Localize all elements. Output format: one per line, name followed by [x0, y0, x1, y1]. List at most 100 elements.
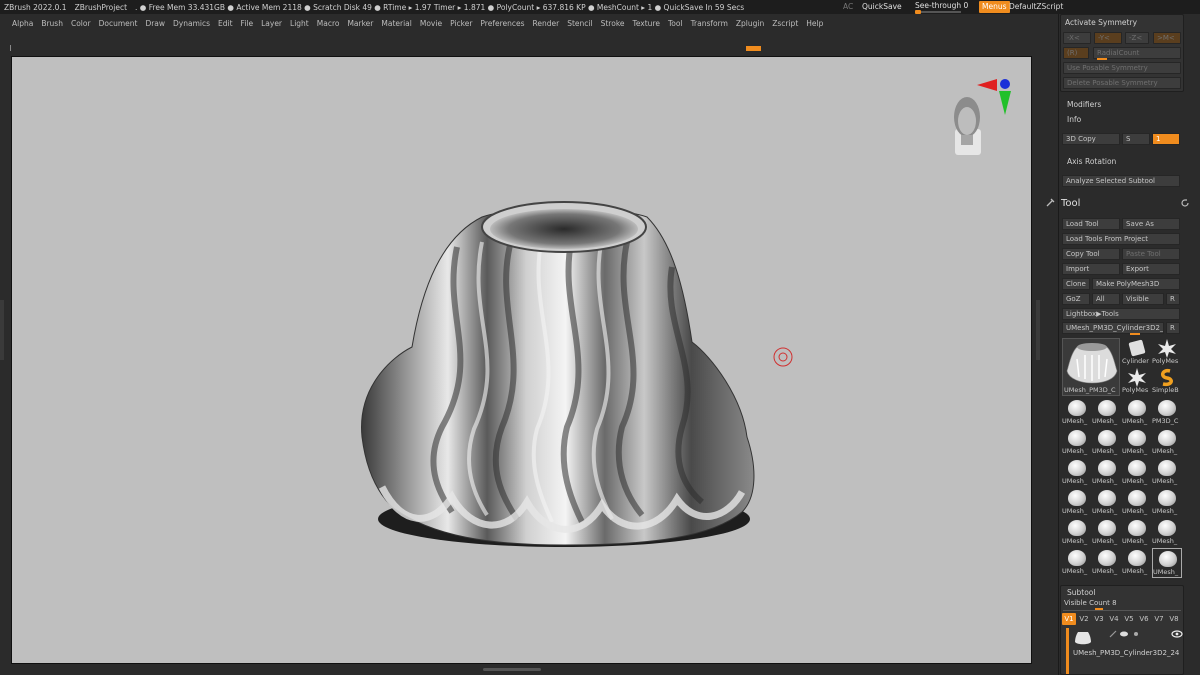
view-tab-v1[interactable]: V1 — [1062, 613, 1076, 625]
tool-grid-item[interactable]: UMesh_ — [1092, 518, 1122, 548]
goz-all-button[interactable]: All — [1092, 293, 1120, 305]
menu-texture[interactable]: Texture — [629, 19, 664, 28]
3d-copy-button[interactable]: 3D Copy — [1062, 133, 1120, 145]
view-tab-v4[interactable]: V4 — [1107, 613, 1121, 625]
left-tray-grip[interactable] — [0, 300, 4, 360]
menu-file[interactable]: File — [237, 19, 258, 28]
menu-stencil[interactable]: Stencil — [563, 19, 596, 28]
tool-grid-item[interactable]: UMesh_ — [1092, 458, 1122, 488]
subtool-header[interactable]: Subtool — [1067, 588, 1095, 597]
see-through-slider[interactable]: See-through 0 — [915, 1, 975, 14]
view-tab-v6[interactable]: V6 — [1137, 613, 1151, 625]
goz-r-button[interactable]: R — [1166, 293, 1180, 305]
tool-grid-item[interactable]: UMesh_ — [1152, 428, 1182, 458]
use-posable-symmetry-button[interactable]: Use Posable Symmetry — [1063, 62, 1181, 74]
activate-symmetry-label[interactable]: Activate Symmetry — [1065, 18, 1137, 27]
menu-macro[interactable]: Macro — [313, 19, 344, 28]
view-tab-v7[interactable]: V7 — [1152, 613, 1166, 625]
menus-button[interactable]: Menus — [979, 1, 1010, 13]
current-tool-slider[interactable]: UMesh_PM3D_Cylinder3D2_2 — [1062, 322, 1164, 334]
tool-grid-item[interactable]: UMesh_ — [1122, 518, 1152, 548]
polypaint-icon[interactable] — [1131, 630, 1141, 638]
view-tab-v2[interactable]: V2 — [1077, 613, 1091, 625]
current-tool-r-button[interactable]: R — [1166, 322, 1180, 334]
menu-edit[interactable]: Edit — [214, 19, 237, 28]
menu-stroke[interactable]: Stroke — [597, 19, 629, 28]
menu-picker[interactable]: Picker — [446, 19, 476, 28]
tool-grid-item[interactable]: UMesh_ — [1152, 488, 1182, 518]
bottom-tray-grip[interactable] — [483, 668, 541, 671]
copy-tool-button[interactable]: Copy Tool — [1062, 248, 1120, 260]
menu-brush[interactable]: Brush — [37, 19, 67, 28]
symmetry-y-button[interactable]: -Y< — [1094, 32, 1122, 44]
tool-grid-item[interactable]: UMesh_ — [1122, 488, 1152, 518]
delete-posable-symmetry-button[interactable]: Delete Posable Symmetry — [1063, 77, 1181, 89]
tool-thumb-polymesh[interactable]: PolyMes — [1152, 338, 1182, 368]
document-canvas[interactable] — [11, 56, 1032, 664]
menu-color[interactable]: Color — [67, 19, 95, 28]
menu-render[interactable]: Render — [529, 19, 564, 28]
menu-zplugin[interactable]: Zplugin — [732, 19, 768, 28]
goz-button[interactable]: GoZ — [1062, 293, 1090, 305]
goz-visible-button[interactable]: Visible — [1122, 293, 1164, 305]
load-tools-from-project-button[interactable]: Load Tools From Project — [1062, 233, 1180, 245]
visible-count-slider[interactable]: Visible Count 8 — [1064, 599, 1117, 607]
tool-grid-item[interactable]: UMesh_ — [1062, 548, 1092, 578]
tool-grid-item[interactable]: UMesh_ — [1092, 488, 1122, 518]
view-tab-v8[interactable]: V8 — [1167, 613, 1181, 625]
quicksave-button[interactable]: QuickSave — [862, 1, 902, 13]
tool-grid-item[interactable]: UMesh_ — [1122, 458, 1152, 488]
axis-gizmo-icon[interactable] — [977, 79, 1011, 115]
right-tray-grip[interactable] — [1036, 300, 1040, 360]
load-tool-button[interactable]: Load Tool — [1062, 218, 1120, 230]
paintbrush-icon[interactable] — [1109, 630, 1119, 638]
menu-preferences[interactable]: Preferences — [476, 19, 528, 28]
tool-grid-item-selected[interactable]: UMesh_ — [1152, 548, 1182, 578]
tool-pin-icon[interactable] — [1046, 197, 1056, 207]
clone-button[interactable]: Clone — [1062, 278, 1090, 290]
symmetry-x-button[interactable]: -X< — [1063, 32, 1091, 44]
menu-material[interactable]: Material — [377, 19, 415, 28]
menu-light[interactable]: Light — [286, 19, 313, 28]
menu-transform[interactable]: Transform — [687, 19, 732, 28]
eye-icon[interactable] — [1171, 630, 1183, 638]
tool-thumb-polymesh-2[interactable]: PolyMes — [1122, 367, 1152, 397]
menu-document[interactable]: Document — [95, 19, 142, 28]
tool-thumb-cylinder[interactable]: Cylinder — [1122, 338, 1152, 368]
import-button[interactable]: Import — [1062, 263, 1120, 275]
tool-grid-item[interactable]: UMesh_ — [1062, 488, 1092, 518]
view-tab-v5[interactable]: V5 — [1122, 613, 1136, 625]
active-tool-thumbnail[interactable]: UMesh_PM3D_C — [1062, 338, 1120, 396]
paste-tool-button[interactable]: Paste Tool — [1122, 248, 1180, 260]
export-button[interactable]: Export — [1122, 263, 1180, 275]
axis-rotation-header[interactable]: Axis Rotation — [1067, 157, 1116, 166]
tool-title[interactable]: Tool — [1061, 198, 1080, 209]
default-zscript-button[interactable]: DefaultZScript — [1009, 1, 1063, 13]
menu-marker[interactable]: Marker — [343, 19, 377, 28]
subtool-name[interactable]: UMesh_PM3D_Cylinder3D2_24 — [1073, 649, 1179, 657]
3d-copy-count-input[interactable]: 1 — [1152, 133, 1180, 145]
visibility-toggle-icon[interactable] — [1119, 630, 1129, 638]
menu-help[interactable]: Help — [802, 19, 827, 28]
symmetry-m-button[interactable]: >M< — [1153, 32, 1181, 44]
tool-grid-item[interactable]: UMesh_ — [1122, 398, 1152, 428]
3d-copy-s-button[interactable]: S — [1122, 133, 1150, 145]
tool-grid-item[interactable]: UMesh_ — [1062, 398, 1092, 428]
navigation-head-icon[interactable] — [954, 97, 981, 155]
menu-dynamics[interactable]: Dynamics — [169, 19, 214, 28]
tool-grid-item[interactable]: UMesh_ — [1152, 458, 1182, 488]
tool-grid-item[interactable]: PM3D_C — [1152, 398, 1182, 428]
menu-zscript[interactable]: Zscript — [768, 19, 802, 28]
analyze-selected-subtool-button[interactable]: Analyze Selected Subtool — [1062, 175, 1180, 187]
tool-grid-item[interactable]: UMesh_ — [1122, 428, 1152, 458]
tool-grid-item[interactable]: UMesh_ — [1092, 548, 1122, 578]
menu-draw[interactable]: Draw — [141, 19, 169, 28]
tool-grid-item[interactable]: UMesh_ — [1062, 458, 1092, 488]
make-polymesh3d-button[interactable]: Make PolyMesh3D — [1092, 278, 1180, 290]
symmetry-z-button[interactable]: -Z< — [1125, 32, 1149, 44]
tool-grid-item[interactable]: UMesh_ — [1062, 518, 1092, 548]
tool-grid-item[interactable]: UMesh_ — [1092, 428, 1122, 458]
tool-grid-item[interactable]: UMesh_ — [1062, 428, 1092, 458]
tool-thumb-simplebrush[interactable]: SimpleB — [1152, 367, 1182, 397]
menu-layer[interactable]: Layer — [257, 19, 286, 28]
